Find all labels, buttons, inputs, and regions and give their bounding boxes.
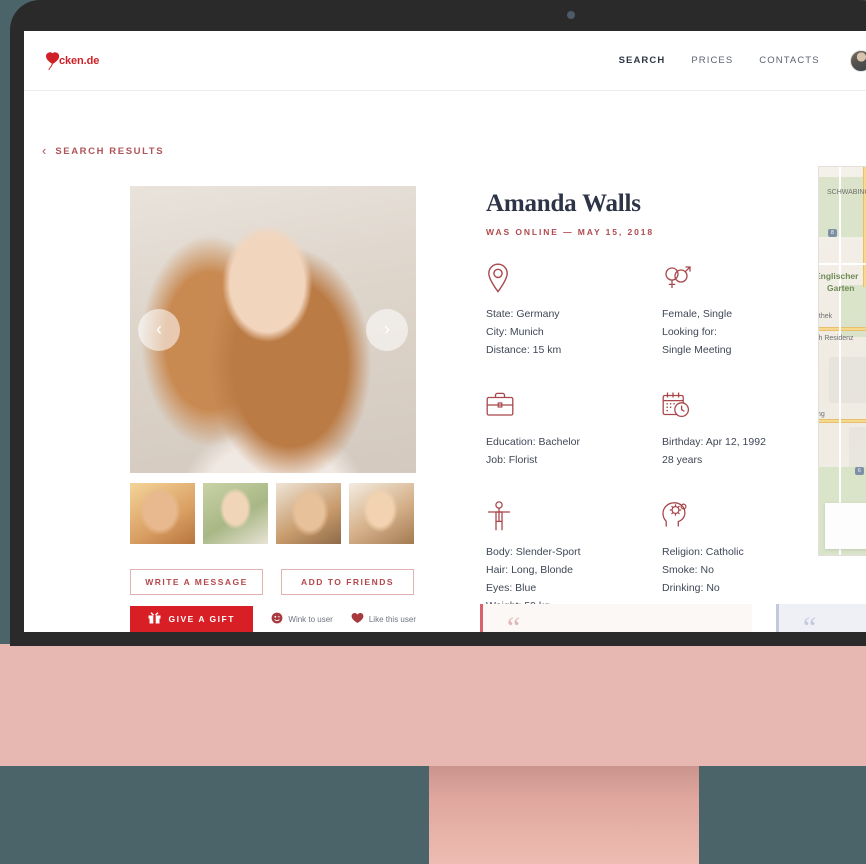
map-info-card[interactable] [825,503,866,549]
head-gears-icon [662,501,826,531]
user-menu[interactable]: P [849,49,866,72]
nav-link-search[interactable]: SEARCH [619,55,666,66]
detail-lines: State: Germany City: Munich Distance: 15… [486,305,662,359]
secondary-actions: GIVE A GIFT Wink to user Like this user [130,606,416,632]
webcam-icon [567,11,575,19]
detail-line: 28 years [662,454,703,466]
map-route-badge: 6 [855,467,864,475]
map-road [839,167,841,555]
quote-mark-icon: “ [803,611,817,633]
thumbnail[interactable] [203,483,268,544]
detail-line: Smoke: No [662,564,714,576]
breadcrumb-label: SEARCH RESULTS [55,145,165,157]
detail-line: Hair: Long, Blonde [486,564,573,576]
brand-logo[interactable]: cken.de [42,48,99,74]
action-buttons: WRITE A MESSAGE ADD TO FRIENDS [130,569,416,595]
detail-lines: Female, Single Looking for: Single Meeti… [662,305,826,359]
site-header: cken.de SEARCH PRICES CONTACTS P [24,31,866,91]
thumbnail[interactable] [276,483,341,544]
profile-online-status: WAS ONLINE — MAY 15, 2018 [486,227,654,237]
location-pin-icon [486,263,662,293]
detail-line: Birthday: Apr 12, 1992 [662,436,766,448]
wink-face-icon [271,612,283,626]
map-block [849,427,866,467]
detail-line: Female, Single [662,308,733,320]
detail-line: Drinking: No [662,582,720,594]
browser-screen: cken.de SEARCH PRICES CONTACTS P ‹ SEARC… [24,31,866,632]
main-photo[interactable]: ‹ › [130,186,416,473]
map-label: othek [818,313,833,320]
monitor-stand [429,764,699,864]
calendar-clock-icon [662,391,826,421]
map-route-badge: 8 [828,229,837,237]
body-figure-icon [486,501,662,531]
carousel-prev-button[interactable]: ‹ [138,308,180,351]
detail-line: Distance: 15 km [486,344,562,356]
profile-details: Amanda Walls WAS ONLINE — MAY 15, 2018 S… [486,186,826,632]
detail-line: Religion: Catholic [662,546,744,558]
profile-content: ‹ › WRITE A MESSAGE ADD TO FRIENDS GIVE … [24,157,866,632]
quote-card: “ [776,604,866,632]
detail-line: Single Meeting [662,344,732,356]
detail-block-location: State: Germany City: Munich Distance: 15… [486,263,662,359]
write-message-button[interactable]: WRITE A MESSAGE [130,569,263,595]
quote-mark-icon: “ [507,611,521,633]
like-this-user-link[interactable]: Like this user [351,612,416,626]
gender-symbols-icon [662,263,826,293]
brand-name: cken.de [59,54,100,67]
heart-icon [351,612,364,626]
map-label: ch Residenz [818,335,854,342]
quote-cards: “ “ [480,604,866,632]
detail-block-gender: Female, Single Looking for: Single Meeti… [662,263,826,359]
nav-link-contacts[interactable]: CONTACTS [759,55,819,66]
detail-line: State: Germany [486,308,560,320]
detail-line: Job: Florist [486,454,538,466]
map-label: ng [819,411,825,418]
map-label: Englischer [818,271,859,281]
wink-to-user-link[interactable]: Wink to user [271,612,333,626]
detail-line: Looking for: [662,326,717,338]
carousel-next-button[interactable]: › [366,308,408,351]
photo-gallery: ‹ › WRITE A MESSAGE ADD TO FRIENDS GIVE … [130,186,416,632]
thumbnail[interactable] [130,483,195,544]
breadcrumb-back-link[interactable]: ‹ SEARCH RESULTS [24,91,164,157]
like-this-user-label: Like this user [368,614,416,624]
monitor-body [0,644,866,766]
profile-details-grid: State: Germany City: Munich Distance: 15… [486,263,826,632]
detail-line: City: Munich [486,326,544,338]
thumbnail[interactable] [349,483,414,544]
map-road [819,263,866,265]
map-block [829,357,866,403]
map-road [819,327,866,331]
map-road [819,419,866,423]
detail-line: Eyes: Blue [486,582,537,594]
detail-block-education: Education: Bachelor Job: Florist [486,391,662,469]
briefcase-icon [486,391,662,421]
add-to-friends-button[interactable]: ADD TO FRIENDS [281,569,414,595]
main-nav: SEARCH PRICES CONTACTS P [619,49,866,72]
profile-name: Amanda Walls [486,190,641,217]
detail-lines: Education: Bachelor Job: Florist [486,433,662,469]
detail-lines: Religion: Catholic Smoke: No Drinking: N… [662,543,826,597]
avatar [849,49,866,72]
thumbnail-strip [130,483,416,544]
nav-link-prices[interactable]: PRICES [691,55,733,66]
detail-lines: Birthday: Apr 12, 1992 28 years [662,433,826,469]
detail-line: Body: Slender-Sport [486,546,581,558]
map-label: Garten [827,283,855,293]
chevron-left-icon: ‹ [42,143,47,158]
give-a-gift-button[interactable]: GIVE A GIFT [130,606,254,632]
detail-line: Education: Bachelor [486,436,580,448]
detail-block-birthday: Birthday: Apr 12, 1992 28 years [662,391,826,469]
quote-card: “ [480,604,752,632]
map-label: SCHWABING-FREI [827,189,866,196]
gift-icon [148,612,161,626]
location-map[interactable]: 8 2R 6 SCHWABING-FREI Englischer Garten … [818,166,866,556]
give-a-gift-label: GIVE A GIFT [168,614,235,624]
wink-to-user-label: Wink to user [288,614,333,624]
